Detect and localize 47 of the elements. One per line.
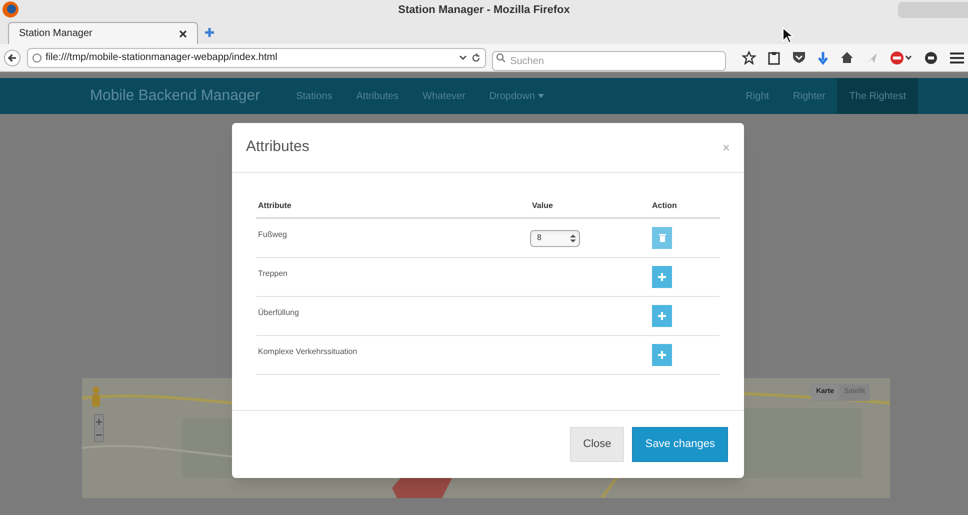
download-arrow-icon[interactable] [818, 50, 828, 64]
search-field[interactable]: Suchen [492, 51, 726, 71]
dropdown-icon[interactable] [459, 54, 468, 60]
search-icon [496, 52, 506, 62]
trash-icon [658, 234, 666, 242]
number-input[interactable]: 8 [530, 230, 580, 246]
table-cell-text: Treppen [257, 268, 288, 280]
zoom-out-icon[interactable] [96, 432, 102, 438]
plus-icon[interactable] [204, 27, 215, 38]
nav-link[interactable]: The Rightest [837, 78, 918, 114]
nav-link[interactable]: Stations [284, 78, 344, 114]
nav-link[interactable]: Dropdown [477, 78, 556, 114]
nav-link[interactable]: Righter [781, 78, 838, 114]
browser-tab[interactable]: Station Manager [8, 22, 198, 44]
column-header: Action [651, 200, 678, 212]
address-bar[interactable]: file:///tmp/mobile-stationmanager-webapp/index.html [26, 48, 486, 68]
plus-icon [658, 273, 666, 281]
table-cell-text: Überfüllung [257, 307, 300, 319]
plus-icon [658, 312, 666, 320]
table-cell-text: Fußweg [257, 229, 288, 241]
table-cell-text: Komplexe Verkehrssituation [257, 346, 358, 358]
home-icon[interactable] [840, 51, 854, 64]
modal-title: Attributes [246, 137, 310, 158]
nav-link[interactable]: Attributes [344, 78, 410, 114]
zoom-control[interactable] [94, 414, 104, 442]
shield-icon[interactable] [792, 51, 806, 64]
star-icon[interactable] [742, 50, 756, 64]
spinner-arrows-icon[interactable] [570, 234, 576, 242]
close-icon[interactable] [179, 30, 187, 38]
nav-link[interactable]: Whatever [410, 78, 478, 114]
reload-icon[interactable] [471, 52, 482, 62]
menu-icon[interactable] [950, 52, 964, 64]
stop-sign-icon[interactable] [890, 50, 912, 64]
clipboard-icon[interactable] [768, 50, 780, 64]
window-title: Station Manager - Mozilla Firefox [398, 2, 570, 18]
nav-link[interactable]: Right [734, 78, 782, 114]
column-header: Value [531, 200, 554, 212]
save-button[interactable]: Save changes [632, 427, 728, 462]
zoom-in-icon[interactable] [96, 418, 102, 424]
close-button[interactable]: Close [570, 427, 624, 462]
column-header: Attribute [257, 200, 292, 212]
firefox-logo-icon [2, 1, 19, 18]
plus-icon [658, 351, 666, 359]
chat-bubble-icon[interactable] [924, 50, 938, 64]
close-button[interactable]: × [722, 138, 730, 158]
brand-title[interactable]: Mobile Backend Manager [90, 84, 260, 108]
globe-icon [32, 52, 42, 62]
